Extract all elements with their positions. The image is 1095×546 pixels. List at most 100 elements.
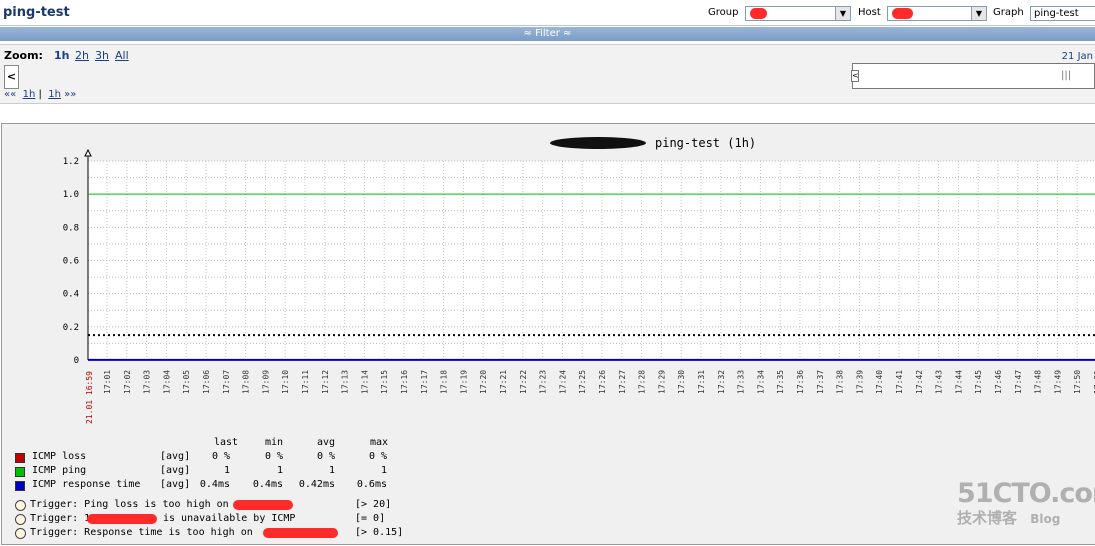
x-tick-label: 17:40: [875, 370, 884, 394]
x-tick-label: 17:33: [737, 370, 746, 394]
zoom-3h-link[interactable]: 3h: [95, 49, 109, 62]
trigger-condition: [= 0]: [355, 513, 386, 524]
x-tick-label: 17:37: [816, 370, 825, 394]
legend-min: 0.4ms: [252, 479, 283, 490]
chevron-down-icon[interactable]: ▼: [835, 7, 850, 20]
redacted-mark: [87, 514, 157, 524]
chevron-down-icon[interactable]: ▼: [971, 7, 986, 20]
watermark-blog-text: Blog: [1030, 512, 1061, 526]
x-tick-label: 17:48: [1034, 370, 1043, 394]
trigger-condition: [> 0.15]: [355, 527, 404, 538]
x-tick-label: 17:35: [776, 370, 785, 394]
legend-avg: 1: [328, 465, 335, 476]
x-tick-label: 17:12: [321, 370, 330, 394]
x-tick-label: 17:19: [459, 370, 468, 394]
y-tick-label: 0: [74, 356, 79, 366]
x-tick-label: 17:06: [202, 370, 211, 394]
x-tick-label: 17:24: [558, 370, 567, 394]
y-tick-label: 1.2: [63, 157, 79, 167]
period-scrollbar[interactable]: < |||: [851, 63, 1095, 89]
x-tick-label: 17:07: [222, 370, 231, 394]
x-tick-label: 17:30: [677, 370, 686, 394]
x-tick-label: 17:10: [281, 370, 290, 394]
x-tick-label: 17:08: [242, 370, 251, 394]
legend-avg: 0.42ms: [298, 479, 335, 490]
redacted-mark: [892, 8, 913, 19]
x-tick-label: 17:32: [717, 370, 726, 394]
y-tick-label: 0.4: [63, 290, 79, 300]
nav-back-link[interactable]: 1h: [23, 89, 36, 100]
x-tick-label: 17:01: [103, 370, 112, 394]
x-tick-label: 17:22: [519, 370, 528, 394]
watermark-subtitle: 技术博客 Blog: [957, 507, 1095, 528]
legend-row: ICMP response time [avg] 0.4ms 0.4ms 0.42ms 0…: [15, 479, 515, 492]
zoom-2h-link[interactable]: 2h: [75, 49, 89, 62]
x-tick-label: 17:03: [143, 370, 152, 394]
filter-toggle[interactable]: ≈ Filter ≈: [0, 27, 1095, 41]
x-tick-label: 17:02: [123, 370, 132, 394]
legend-series-name: ICMP loss: [32, 451, 87, 462]
x-tick-label: 17:14: [360, 370, 369, 394]
x-tick-label: 17:20: [479, 370, 488, 394]
x-tick-label: 17:18: [440, 370, 449, 394]
redacted-mark: [263, 528, 338, 538]
x-tick-label: 17:34: [756, 370, 765, 394]
legend-header-max: max: [370, 437, 389, 448]
nav-next-icon[interactable]: »»: [64, 89, 76, 100]
x-tick-label: 17:26: [598, 370, 607, 394]
legend-series-name: ICMP response time: [32, 479, 141, 490]
watermark-sub-text: 技术博客: [957, 509, 1018, 527]
x-tick-label: 17:42: [915, 370, 924, 394]
watermark-logo: 51CTO.com: [957, 478, 1095, 509]
grip-icon[interactable]: |||: [1061, 70, 1071, 81]
scroll-handle-left[interactable]: <: [851, 70, 859, 82]
y-tick-label: 0.2: [63, 323, 79, 333]
legend-header-last: last: [214, 437, 239, 448]
scroll-left-button[interactable]: <: [4, 65, 19, 89]
host-label: Host: [858, 7, 881, 18]
legend-last: 1: [223, 465, 230, 476]
x-tick-label: 17:31: [697, 370, 706, 394]
top-bar: ping-test Group ▼ Host ▼ Graph ping-test: [0, 0, 1095, 26]
x-tick-label: 17:44: [954, 370, 963, 394]
group-select[interactable]: ▼: [745, 6, 851, 21]
chart-title: ping-test (1h): [655, 136, 756, 150]
zoom-date: 21 Jan: [1061, 51, 1093, 62]
nav-prev-icon[interactable]: ««: [4, 89, 16, 100]
x-tick-label: 17:49: [1053, 370, 1062, 394]
y-tick-label: 0.8: [63, 223, 79, 233]
trigger-row: Trigger: 1 is unavailable by ICMP [= 0]: [15, 513, 515, 526]
nav-forward-link[interactable]: 1h: [48, 89, 61, 100]
trigger-row: Trigger: Response time is too high on [> …: [15, 527, 515, 540]
x-tick-label: 17:50: [1073, 370, 1082, 394]
zoom-all-link[interactable]: All: [115, 49, 129, 62]
legend-func: [avg]: [160, 451, 191, 462]
group-label: Group: [708, 7, 739, 18]
redacted-mark: [233, 500, 293, 510]
trigger-text: Trigger: Ping loss is too high on: [30, 499, 229, 510]
zoom-1h-link[interactable]: 1h: [54, 49, 70, 62]
x-tick-label: 17:17: [420, 370, 429, 394]
legend-row: ICMP ping [avg] 1 1 1 1: [15, 465, 515, 478]
legend-swatch: [15, 467, 25, 477]
legend-swatch: [15, 453, 25, 463]
graph-select[interactable]: ping-test: [1030, 6, 1095, 21]
trigger-text-suffix: is unavailable by ICMP: [163, 513, 296, 524]
x-tick-label: 17:23: [539, 370, 548, 394]
trigger-status-icon: [15, 528, 26, 539]
zoom-label: Zoom:: [4, 49, 43, 62]
x-tick-label: 17:04: [162, 370, 171, 394]
host-select[interactable]: ▼: [887, 6, 987, 21]
x-start-label: 21.01 16:59: [85, 371, 94, 424]
legend-header-row: last min avg max: [15, 437, 515, 450]
trigger-text: Trigger: 1: [30, 513, 91, 524]
legend-last: 0.4ms: [199, 479, 230, 490]
legend-last: 0 %: [211, 451, 230, 462]
x-axis-labels: 17:01 17:02 17:03 17:04 17:05 17:06 17:07 17:08…: [103, 370, 1095, 394]
grid: [84, 148, 1095, 361]
x-tick-label: 17:25: [578, 370, 587, 394]
y-tick-label: 0.6: [63, 257, 79, 267]
x-tick-label: 17:15: [380, 370, 389, 394]
x-tick-label: 17:11: [301, 370, 310, 394]
legend-min: 0 %: [264, 451, 283, 462]
